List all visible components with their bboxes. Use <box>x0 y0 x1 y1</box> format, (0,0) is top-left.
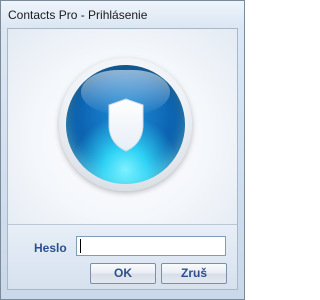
title-bar[interactable]: Contacts Pro - Prihlásenie <box>1 1 244 29</box>
login-form: Heslo OK Zruš <box>8 224 237 289</box>
password-input[interactable] <box>76 236 226 256</box>
login-window: Contacts Pro - Prihlásenie Heslo OK Zruš <box>0 0 245 300</box>
shield-icon <box>108 98 144 152</box>
text-cursor <box>80 239 81 253</box>
window-title: Contacts Pro - Prihlásenie <box>8 8 148 22</box>
window-client-area: Heslo OK Zruš <box>7 28 238 290</box>
hero-banner <box>8 29 237 224</box>
cancel-button[interactable]: Zruš <box>161 263 227 284</box>
password-label: Heslo <box>34 241 67 255</box>
ok-button[interactable]: OK <box>90 263 156 284</box>
